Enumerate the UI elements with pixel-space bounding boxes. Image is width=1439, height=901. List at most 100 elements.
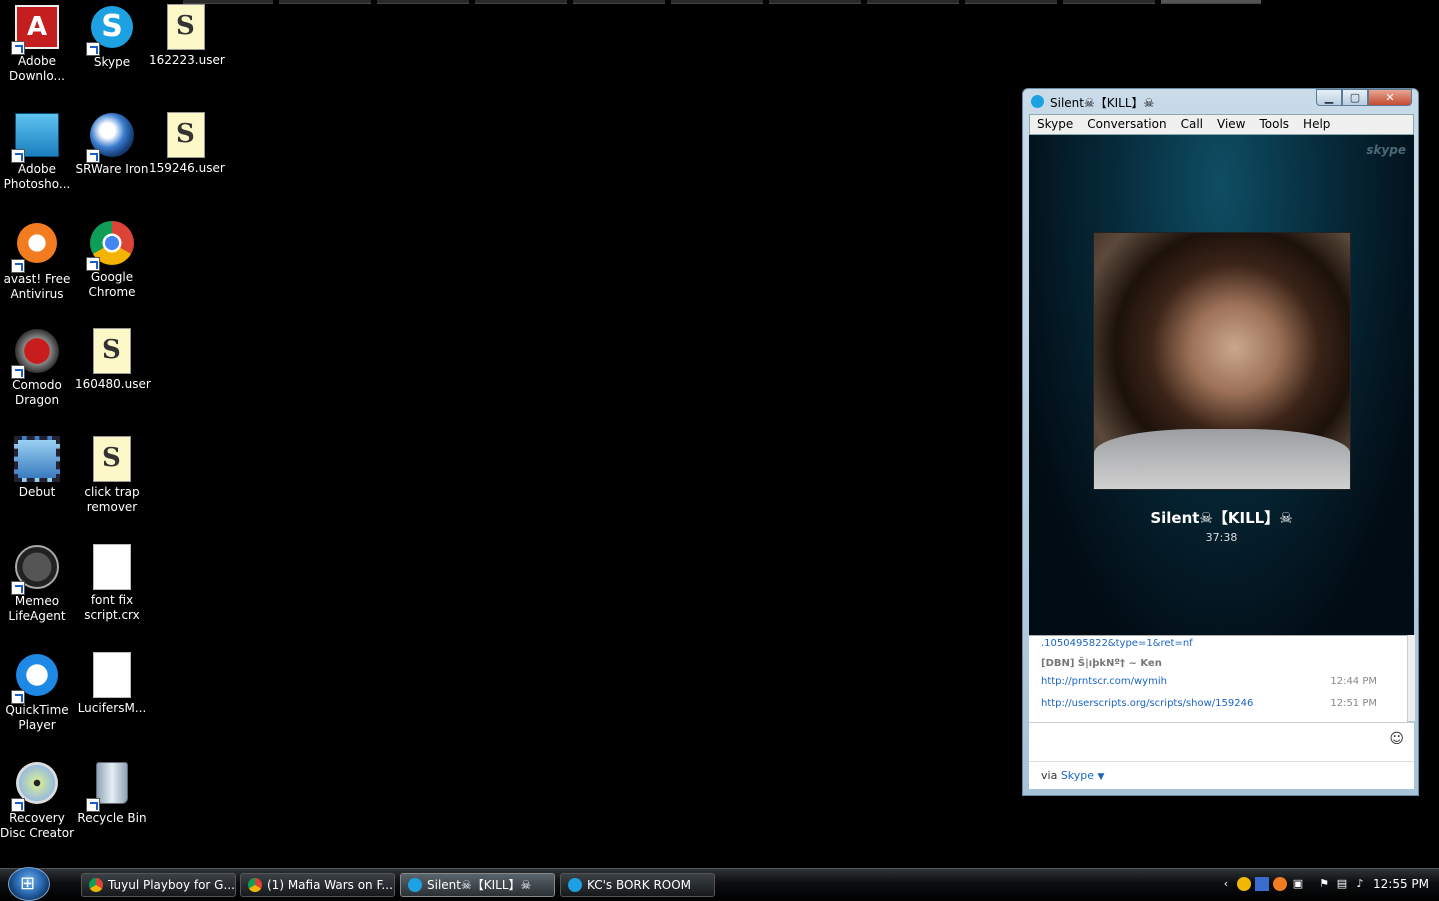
chat-partial-link[interactable]: .1050495822&type=1&ret=nf	[1041, 638, 1193, 649]
menu-skype[interactable]: Skype	[1030, 115, 1080, 134]
icon-label: QuickTime Player	[5, 703, 69, 732]
icon-label: 159246.user	[149, 161, 225, 175]
chevron-down-icon[interactable]: ▼	[1098, 772, 1105, 782]
desktop-icon-srware-iron[interactable]: SRWare Iron	[75, 111, 149, 177]
icon-label: font fix script.crx	[84, 593, 140, 622]
icon-label: Adobe Photosho...	[3, 162, 71, 191]
icon-label: click trap remover	[84, 485, 140, 514]
taskbar-button-label: (1) Mafia Wars on F...	[267, 878, 393, 892]
desktop-icon-memeo[interactable]: Memeo LifeAgent	[0, 543, 74, 624]
message-input[interactable]: ☺	[1029, 722, 1414, 761]
shortcut-arrow-icon	[11, 690, 25, 704]
via-skype-dropdown[interactable]: Skype	[1061, 769, 1094, 782]
skype-watermark: skype	[1366, 143, 1406, 157]
icon-label: Comodo Dragon	[12, 378, 62, 407]
taskbar-button-skype-call[interactable]: Silent☠【KILL】☠	[400, 873, 555, 897]
menu-conversation[interactable]: Conversation	[1080, 115, 1173, 134]
menu-tools[interactable]: Tools	[1252, 115, 1296, 134]
maximize-button[interactable]: ▢	[1342, 89, 1368, 106]
desktop-icon-recovery-disc[interactable]: Recovery Disc Creator	[0, 759, 74, 841]
chat-message-time: 12:44 PM	[1330, 676, 1377, 687]
taskbar-button-label: Tuyul Playboy for G...	[108, 878, 235, 892]
volume-icon[interactable]: ♪	[1353, 877, 1367, 891]
desktop-icon-recycle-bin[interactable]: Recycle Bin	[75, 759, 149, 826]
via-label: via	[1041, 769, 1058, 782]
clock[interactable]: 12:55 PM	[1373, 877, 1429, 891]
desktop-icon-font-fix-script[interactable]: font fix script.crx	[75, 543, 149, 623]
taskbar-button-skype-room[interactable]: KC's BORK ROOM	[560, 873, 715, 897]
caller-name: Silent☠【KILL】☠	[1150, 509, 1293, 527]
desktop-icon-160480-user[interactable]: S 160480.user	[75, 327, 151, 392]
icon-label: Skype	[93, 55, 131, 69]
chat-message-time: 12:51 PM	[1330, 698, 1377, 709]
tray-avast-icon[interactable]	[1273, 877, 1287, 891]
desktop-icon-lucifersm[interactable]: LucifersM...	[75, 651, 149, 716]
icon-label: Google Chrome	[88, 270, 136, 299]
icon-label: avast! Free Antivirus	[3, 272, 71, 301]
skype-icon	[1031, 95, 1044, 108]
userscript-file-icon: S	[167, 112, 205, 158]
desktop-icon-google-chrome[interactable]: Google Chrome	[75, 219, 149, 300]
chat-message-link[interactable]: http://userscripts.org/scripts/show/1592…	[1041, 698, 1253, 709]
tray-monitor-icon[interactable]: ▤	[1335, 877, 1349, 891]
desktop-icon-adobe-download[interactable]: A Adobe Downlo...	[0, 3, 74, 84]
system-tray: ‹ ▣ ⚑ ▤ ♪ 12:55 PM	[1219, 869, 1439, 900]
desktop-icon-159246-user[interactable]: S 159246.user	[149, 111, 225, 176]
recycle-bin-icon	[96, 762, 128, 804]
emoticon-icon[interactable]: ☺	[1389, 731, 1404, 747]
shortcut-arrow-icon	[11, 259, 25, 273]
chrome-icon	[89, 878, 103, 892]
icon-label: Memeo LifeAgent	[8, 594, 66, 623]
taskbar-button-label: Silent☠【KILL】☠	[427, 878, 532, 892]
call-duration: 37:38	[1205, 531, 1238, 544]
tray-app-icon[interactable]	[1237, 877, 1251, 891]
desktop-icon-quicktime[interactable]: QuickTime Player	[0, 651, 74, 733]
skype-icon	[568, 878, 582, 892]
taskbar: Tuyul Playboy for G... (1) Mafia Wars on…	[0, 867, 1439, 901]
close-button[interactable]: ✕	[1368, 89, 1412, 106]
tray-flag-icon[interactable]: ⚑	[1317, 877, 1331, 891]
userscript-file-icon: S	[167, 4, 205, 50]
shortcut-arrow-icon	[86, 42, 100, 56]
desktop-icon-162223-user[interactable]: S 162223.user	[149, 3, 225, 68]
tray-expand-icon[interactable]: ‹	[1219, 877, 1233, 891]
shortcut-arrow-icon	[11, 798, 25, 812]
call-area: skype Silent☠【KILL】☠ 37:38	[1029, 135, 1414, 635]
start-button[interactable]	[8, 867, 50, 901]
film-icon	[14, 436, 60, 482]
taskbar-button-label: KC's BORK ROOM	[587, 878, 692, 892]
menu-bar: Skype Conversation Call View Tools Help	[1029, 114, 1414, 135]
taskbar-button-chrome-1[interactable]: Tuyul Playboy for G...	[81, 873, 236, 897]
shortcut-arrow-icon	[86, 798, 100, 812]
chat-message-link[interactable]: http://prntscr.com/wymih	[1041, 676, 1167, 687]
avast-icon	[17, 223, 57, 263]
desktop-icon-adobe-photoshop[interactable]: Adobe Photosho...	[0, 111, 74, 192]
tray-device-icon[interactable]: ▣	[1291, 877, 1305, 891]
icon-label: Adobe Downlo...	[9, 54, 65, 83]
skype-call-window: Silent☠【KILL】☠ ▁ ▢ ✕ Skype Conversation …	[1022, 88, 1419, 796]
icon-label: SRWare Iron	[75, 162, 149, 176]
desktop-icon-comodo-dragon[interactable]: Comodo Dragon	[0, 327, 74, 408]
shortcut-arrow-icon	[11, 149, 25, 163]
chat-scrollbar[interactable]	[1407, 635, 1415, 721]
minimize-button[interactable]: ▁	[1316, 89, 1342, 106]
tray-network-icon[interactable]	[1255, 877, 1269, 891]
menu-call[interactable]: Call	[1174, 115, 1210, 134]
desktop-icon-skype[interactable]: S Skype	[75, 3, 149, 70]
caller-avatar	[1093, 232, 1351, 490]
shortcut-arrow-icon	[11, 41, 25, 55]
desktop-icon-click-trap-remover[interactable]: S click trap remover	[75, 435, 149, 515]
icon-label: 160480.user	[75, 377, 151, 391]
via-bar: via Skype ▼	[1029, 761, 1414, 789]
window-title: Silent☠【KILL】☠	[1050, 96, 1155, 110]
icon-label: Recovery Disc Creator	[0, 811, 75, 840]
taskbar-button-chrome-2[interactable]: (1) Mafia Wars on F...	[240, 873, 395, 897]
shortcut-arrow-icon	[86, 257, 100, 271]
blank-file-icon	[93, 544, 131, 590]
shortcut-arrow-icon	[11, 365, 25, 379]
menu-help[interactable]: Help	[1296, 115, 1337, 134]
desktop-icon-debut[interactable]: Debut	[0, 435, 74, 500]
window-titlebar[interactable]: Silent☠【KILL】☠ ▁ ▢ ✕	[1023, 89, 1418, 115]
desktop-icon-avast[interactable]: avast! Free Antivirus	[0, 219, 74, 302]
menu-view[interactable]: View	[1210, 115, 1252, 134]
